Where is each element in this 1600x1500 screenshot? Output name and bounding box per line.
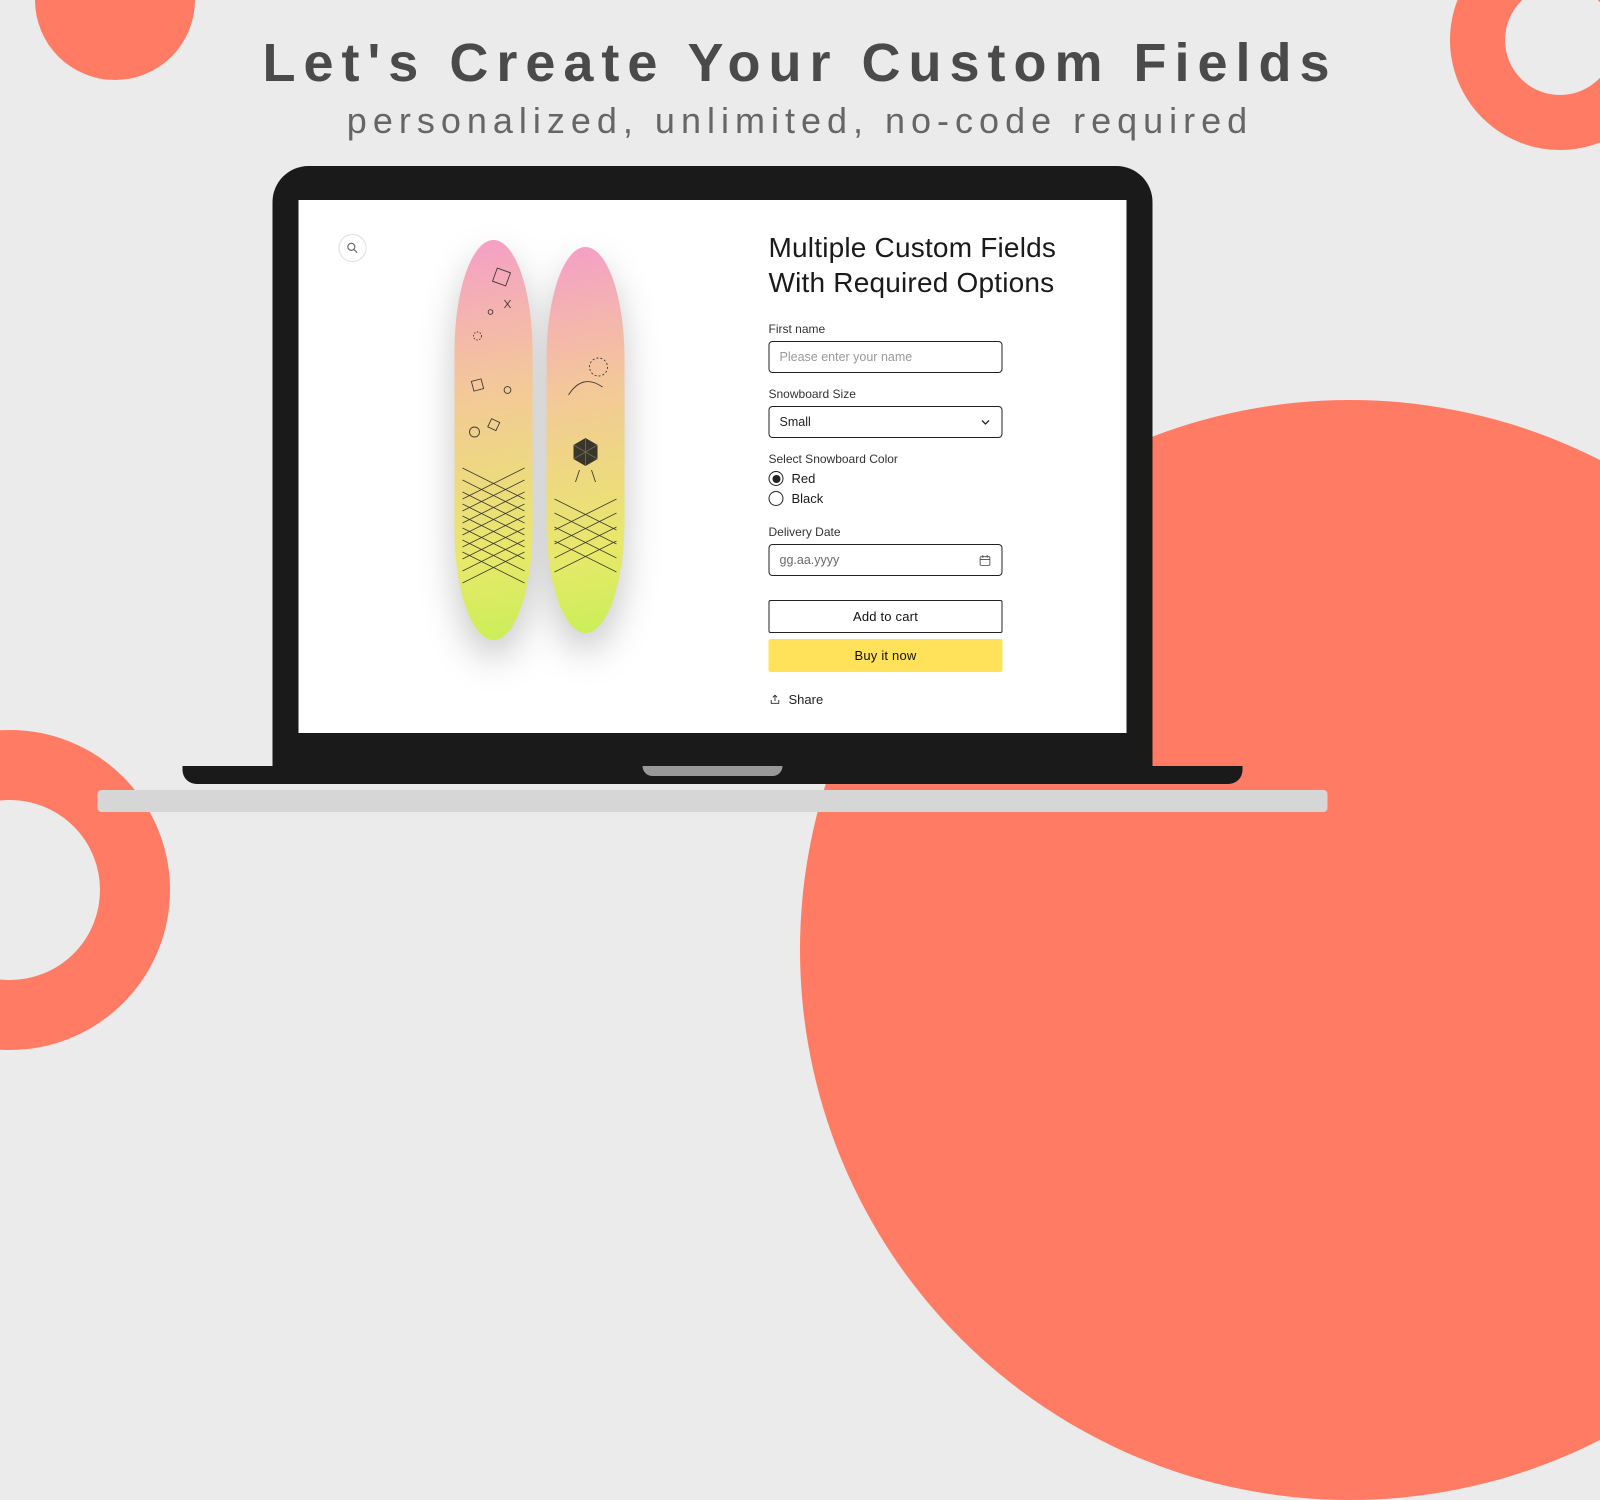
first-name-label: First name — [769, 322, 1091, 336]
share-icon — [769, 693, 782, 706]
share-link[interactable]: Share — [769, 692, 1091, 707]
hero-subtitle: personalized, unlimited, no-code require… — [0, 100, 1600, 142]
product-image-pane — [335, 230, 745, 711]
field-size: Snowboard Size Small — [769, 387, 1091, 438]
first-name-placeholder: Please enter your name — [780, 350, 913, 364]
laptop-notch — [643, 766, 783, 776]
magnifier-icon — [346, 241, 360, 255]
radio-black-label: Black — [792, 491, 824, 506]
first-name-input[interactable]: Please enter your name — [769, 341, 1003, 373]
delivery-label: Delivery Date — [769, 525, 1091, 539]
radio-black[interactable]: Black — [769, 491, 1091, 506]
radio-icon — [769, 491, 784, 506]
size-label: Snowboard Size — [769, 387, 1091, 401]
snowboard-left — [455, 240, 533, 640]
hero-title: Let's Create Your Custom Fields — [0, 32, 1600, 94]
field-color: Select Snowboard Color Red Black — [769, 452, 1091, 511]
radio-red-label: Red — [792, 471, 816, 486]
size-select[interactable]: Small — [769, 406, 1003, 438]
size-value: Small — [780, 415, 811, 429]
product-title: Multiple Custom Fields With Required Opt… — [769, 230, 1059, 300]
snowboard-right — [547, 247, 625, 633]
board-pattern-icon — [455, 240, 533, 640]
chevron-down-icon — [980, 416, 992, 428]
delivery-placeholder: gg.aa.yyyy — [780, 553, 840, 567]
laptop-shadow — [98, 790, 1328, 812]
radio-icon — [769, 471, 784, 486]
buy-now-label: Buy it now — [855, 648, 917, 663]
laptop-base — [183, 766, 1243, 784]
laptop-mockup: Multiple Custom Fields With Required Opt… — [273, 166, 1328, 812]
field-delivery-date: Delivery Date gg.aa.yyyy — [769, 525, 1091, 576]
add-to-cart-button[interactable]: Add to cart — [769, 600, 1003, 633]
snowboard-image — [455, 240, 625, 640]
radio-red[interactable]: Red — [769, 471, 1091, 486]
hero-headline: Let's Create Your Custom Fields personal… — [0, 0, 1600, 142]
product-form-pane: Multiple Custom Fields With Required Opt… — [769, 230, 1091, 711]
board-pattern-icon — [547, 247, 625, 633]
decor-ring-bottom-left — [0, 730, 170, 1050]
buy-now-button[interactable]: Buy it now — [769, 639, 1003, 672]
share-label: Share — [789, 692, 824, 707]
zoom-button[interactable] — [339, 234, 367, 262]
field-first-name: First name Please enter your name — [769, 322, 1091, 373]
color-label: Select Snowboard Color — [769, 452, 1091, 466]
delivery-date-input[interactable]: gg.aa.yyyy — [769, 544, 1003, 576]
add-to-cart-label: Add to cart — [853, 609, 918, 624]
product-screen: Multiple Custom Fields With Required Opt… — [299, 200, 1127, 733]
laptop-body: Multiple Custom Fields With Required Opt… — [273, 166, 1153, 766]
calendar-icon — [979, 554, 992, 567]
